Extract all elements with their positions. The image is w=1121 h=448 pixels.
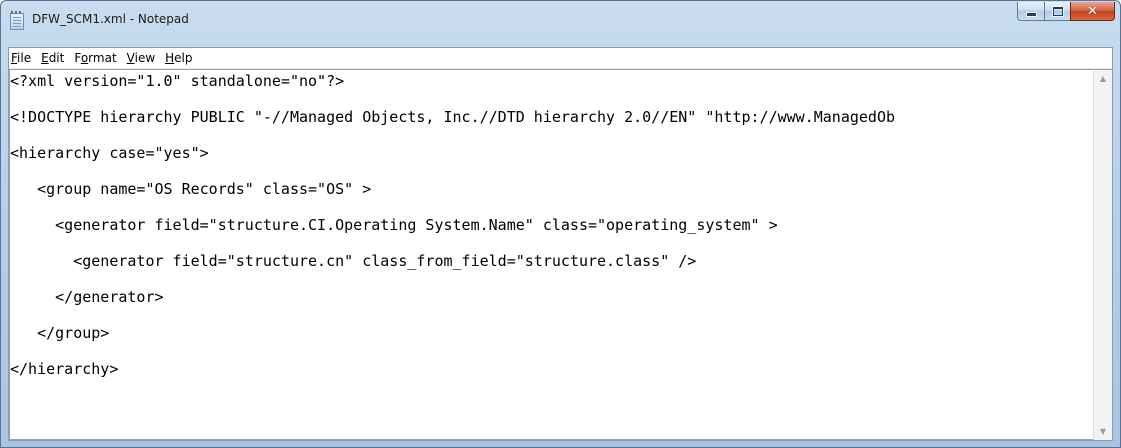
menu-help-label: elp <box>174 51 193 65</box>
close-button[interactable]: ✕ <box>1070 2 1115 21</box>
notepad-window: DFW_SCM1.xml - Notepad ✕ File Edit Forma… <box>0 0 1121 448</box>
menu-edit[interactable]: Edit <box>36 48 69 68</box>
code-line-2: <!DOCTYPE hierarchy PUBLIC "-//Managed O… <box>10 108 896 126</box>
scroll-down-arrow-icon: ▼ <box>1099 427 1107 436</box>
scroll-track[interactable] <box>1095 87 1111 423</box>
caption-buttons: ✕ <box>1017 2 1115 22</box>
menu-view-mnemonic: V <box>126 51 135 65</box>
scroll-down-button[interactable]: ▼ <box>1094 423 1112 440</box>
menu-bar: File Edit Format View Help <box>9 48 1112 69</box>
maximize-icon <box>1052 6 1063 16</box>
menu-file[interactable]: File <box>9 48 36 68</box>
menu-format-label: rmat <box>88 51 117 65</box>
text-editor-area[interactable]: <?xml version="1.0" standalone="no"?> <!… <box>9 69 1094 440</box>
close-icon: ✕ <box>1087 3 1098 19</box>
menu-edit-mnemonic: E <box>41 51 49 65</box>
minimize-button[interactable] <box>1017 2 1044 21</box>
menu-edit-label: dit <box>48 51 65 65</box>
code-line-6: <generator field="structure.cn" class_fr… <box>10 252 697 270</box>
menu-format[interactable]: Format <box>69 48 121 68</box>
code-line-9: </hierarchy> <box>10 360 119 378</box>
vertical-scrollbar[interactable]: ▲ ▼ <box>1093 69 1112 440</box>
menu-help-mnemonic: H <box>165 51 175 65</box>
menu-view-label: iew <box>134 51 156 65</box>
scroll-up-arrow-icon: ▲ <box>1099 74 1107 83</box>
code-line-3: <hierarchy case="yes"> <box>10 144 209 162</box>
notepad-app-icon[interactable] <box>10 11 24 30</box>
window-title: DFW_SCM1.xml - Notepad <box>32 12 189 26</box>
code-line-5: <generator field="structure.CI.Operating… <box>10 216 778 234</box>
title-bar[interactable]: DFW_SCM1.xml - Notepad ✕ <box>1 1 1120 41</box>
menu-file-label: ile <box>17 51 32 65</box>
code-line-4: <group name="OS Records" class="OS" > <box>10 180 372 198</box>
client-area: File Edit Format View Help <?xml version… <box>8 47 1113 441</box>
minimize-icon <box>1026 12 1036 16</box>
menu-view[interactable]: View <box>122 48 160 68</box>
code-line-8: </group> <box>10 324 110 342</box>
code-line-1: <?xml version="1.0" standalone="no"?> <box>10 72 345 90</box>
maximize-button[interactable] <box>1044 2 1070 21</box>
code-line-7: </generator> <box>10 288 164 306</box>
scroll-up-button[interactable]: ▲ <box>1094 70 1112 87</box>
menu-help[interactable]: Help <box>160 48 197 68</box>
